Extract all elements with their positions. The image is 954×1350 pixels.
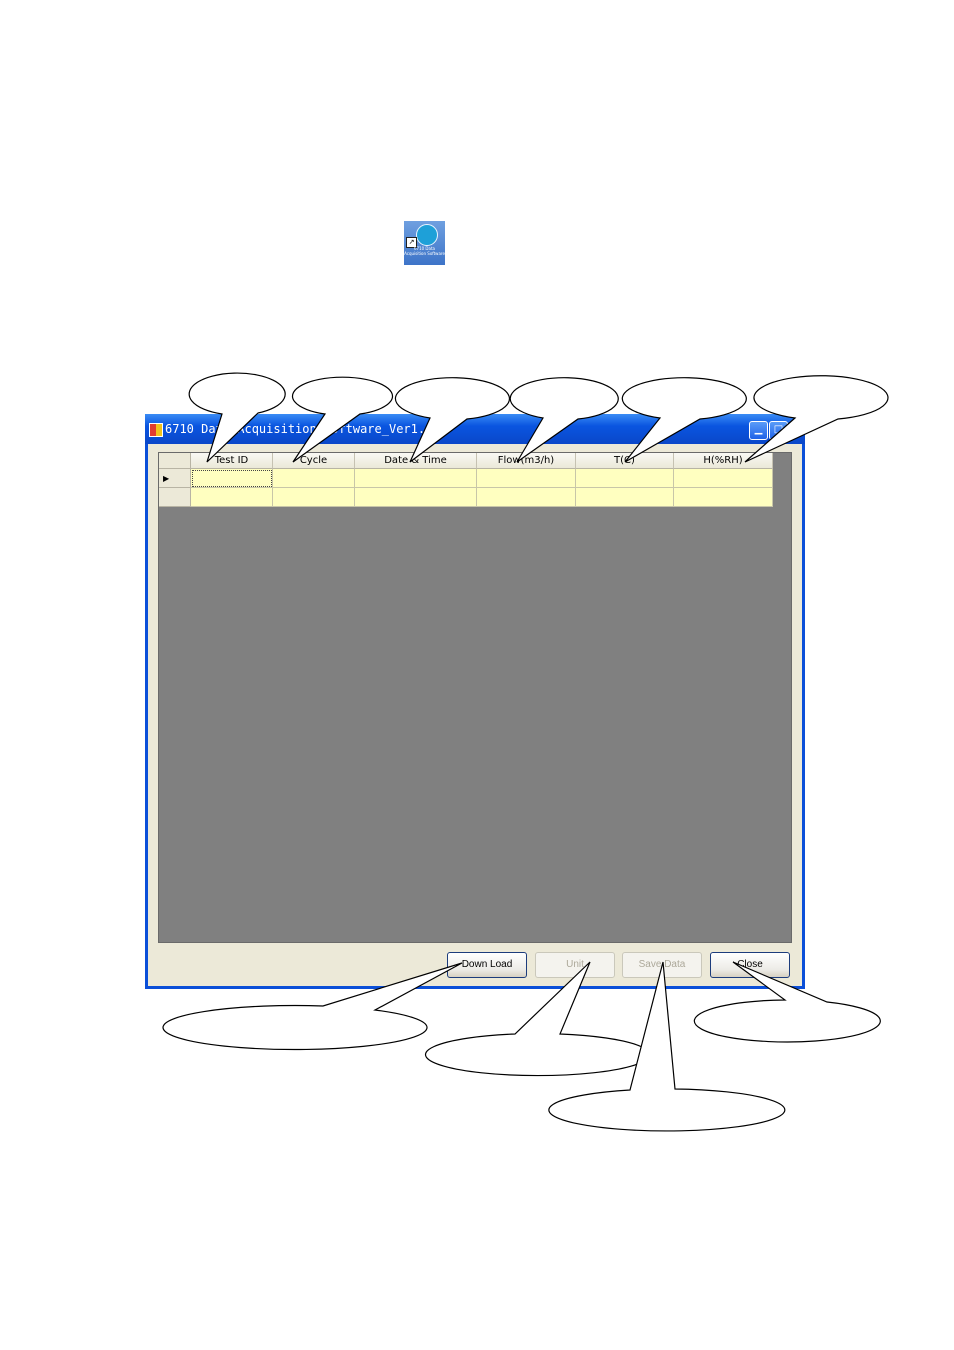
callout-download bbox=[162, 962, 463, 1051]
callout-test-id bbox=[188, 372, 286, 463]
callout-cycle bbox=[291, 376, 394, 463]
callout-temperature bbox=[621, 377, 747, 463]
callout-close bbox=[693, 961, 881, 1043]
callout-date-time bbox=[394, 377, 511, 463]
callout-humidity bbox=[744, 375, 889, 463]
callout-unit bbox=[424, 961, 651, 1077]
callout-annotations bbox=[162, 372, 889, 1132]
callout-flow bbox=[509, 377, 619, 463]
